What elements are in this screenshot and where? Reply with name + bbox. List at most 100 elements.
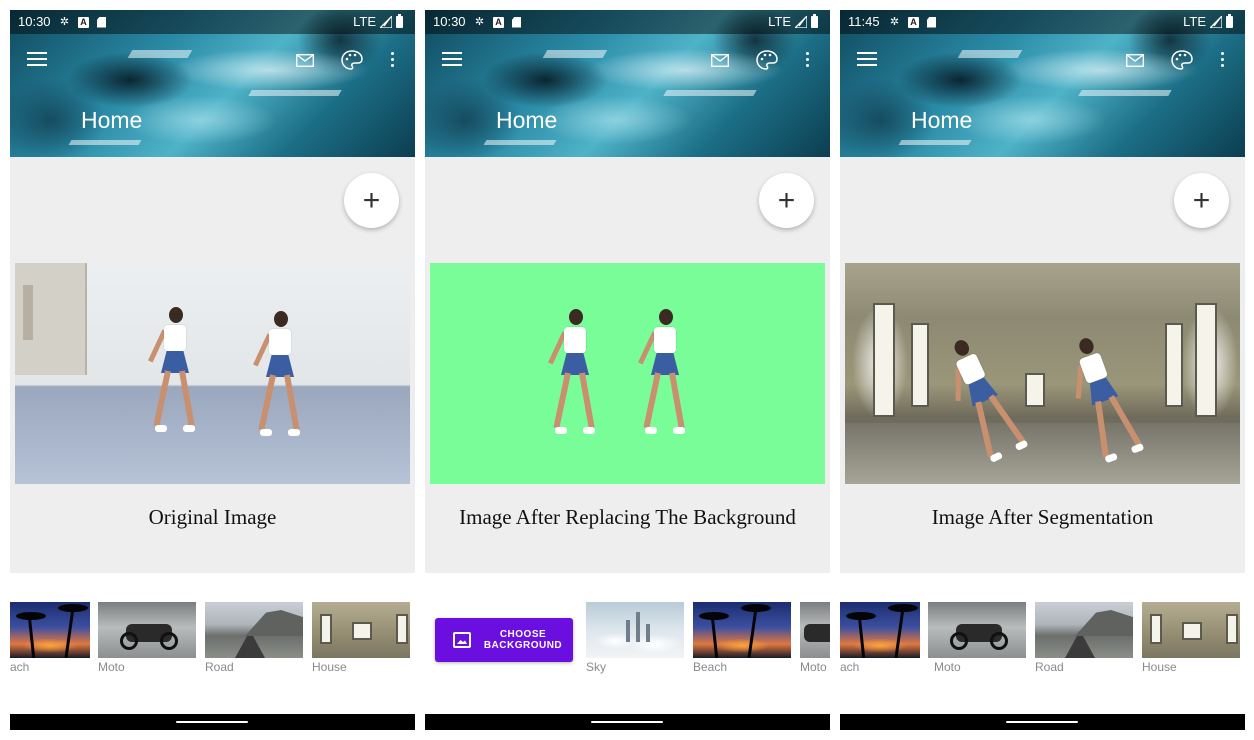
choose-background-label: CHOOSE BACKGROUND <box>483 629 563 651</box>
image-caption: Image After Replacing The Background <box>459 505 796 529</box>
add-button[interactable]: + <box>344 173 399 228</box>
thumbnail-moto[interactable] <box>800 602 830 658</box>
sd-card-icon <box>97 16 106 28</box>
background-thumbnail-strip[interactable]: ach Moto Road House <box>840 602 1245 682</box>
dancer-figure <box>548 309 595 439</box>
header-banner: 10:30 ✲ A LTE Home <box>425 10 830 157</box>
mail-icon[interactable] <box>710 53 730 68</box>
battery-icon <box>1226 14 1233 28</box>
thumbnail-house[interactable] <box>312 602 410 658</box>
original-image <box>15 263 410 484</box>
thumbnail-label: ach <box>10 660 30 674</box>
background-thumbnail-strip[interactable]: CHOOSE BACKGROUND Sky Beach Moto <box>425 602 830 682</box>
thumbnail-house[interactable] <box>1142 602 1240 658</box>
thumbnail-road[interactable] <box>205 602 303 658</box>
palette-icon[interactable] <box>756 50 778 70</box>
palette-icon[interactable] <box>341 50 363 70</box>
status-time: 10:30 <box>18 14 51 29</box>
plus-icon: + <box>1192 183 1211 217</box>
home-gesture-handle[interactable] <box>176 721 248 723</box>
sd-card-icon <box>927 16 936 28</box>
choose-label-line2: BACKGROUND <box>483 640 563 651</box>
a-badge-icon: A <box>493 16 504 28</box>
thumbnail-label: House <box>1142 660 1177 674</box>
thumbnail-label: Moto <box>934 660 961 674</box>
segmented-image <box>845 263 1240 484</box>
phone-screen-2: 10:30 ✲ A LTE Home + Image After Replaci… <box>425 10 830 730</box>
dancer-figure <box>638 309 685 439</box>
hamburger-menu-icon[interactable] <box>442 52 462 66</box>
door-graphic <box>15 263 87 375</box>
content-area: + Original Image <box>10 157 415 573</box>
more-vert-icon[interactable] <box>806 52 810 70</box>
replaced-background-image <box>430 263 825 484</box>
thumbnail-label: Road <box>205 660 234 674</box>
thumbnail-label: Road <box>1035 660 1064 674</box>
thumbnail-road[interactable] <box>1035 602 1133 658</box>
thumbnail-label: Beach <box>693 660 728 674</box>
thumbnail-moto[interactable] <box>98 602 196 658</box>
more-vert-icon[interactable] <box>391 52 395 70</box>
thumbnail-label: House <box>312 660 347 674</box>
network-label: LTE <box>768 14 791 29</box>
status-time: 10:30 <box>433 14 466 29</box>
signal-icon <box>380 16 392 28</box>
a-badge-icon: A <box>78 16 89 28</box>
image-icon <box>453 632 471 648</box>
thumbnail-label: Moto <box>98 660 125 674</box>
sd-card-icon <box>512 16 521 28</box>
home-gesture-handle[interactable] <box>1006 721 1078 723</box>
navigation-bar <box>10 714 415 730</box>
home-gesture-handle[interactable] <box>591 721 663 723</box>
choose-background-button[interactable]: CHOOSE BACKGROUND <box>435 618 573 662</box>
navigation-bar <box>840 714 1245 730</box>
background-thumbnail-strip[interactable]: ach Moto Road House <box>10 602 415 682</box>
page-title: Home <box>496 107 558 133</box>
phone-screen-1: 10:30 ✲ A LTE Home + Original Image ach … <box>10 10 415 730</box>
thumbnail-label: Sky <box>586 660 607 674</box>
dancer-figure <box>148 307 195 437</box>
thumbnail-beach[interactable] <box>693 602 791 658</box>
add-button[interactable]: + <box>1174 173 1229 228</box>
gear-icon: ✲ <box>59 15 70 28</box>
status-bar: 10:30 ✲ A LTE <box>425 10 830 34</box>
content-area: + Image After Replacing The Background <box>425 157 830 573</box>
page-title: Home <box>911 107 973 133</box>
thumbnail-label: Moto <box>800 660 827 674</box>
plus-icon: + <box>777 183 796 217</box>
mail-icon[interactable] <box>1125 53 1145 68</box>
phone-screen-3: 11:45 ✲ A LTE Home + Image After Segment… <box>840 10 1245 730</box>
status-time: 11:45 <box>848 14 880 29</box>
hamburger-menu-icon[interactable] <box>857 52 877 66</box>
more-vert-icon[interactable] <box>1221 52 1225 70</box>
thumbnail-sky[interactable] <box>586 602 684 658</box>
signal-icon <box>795 16 807 28</box>
gear-icon: ✲ <box>474 15 485 28</box>
plus-icon: + <box>362 183 381 217</box>
battery-icon <box>811 14 818 28</box>
hamburger-menu-icon[interactable] <box>27 52 47 66</box>
add-button[interactable]: + <box>759 173 814 228</box>
thumbnail-beach[interactable] <box>10 602 90 658</box>
network-label: LTE <box>353 14 376 29</box>
palette-icon[interactable] <box>1171 50 1193 70</box>
image-caption: Image After Segmentation <box>931 505 1154 529</box>
dancer-figure <box>253 311 300 441</box>
status-bar: 11:45 ✲ A LTE <box>840 10 1245 34</box>
thumbnail-label: ach <box>840 660 860 674</box>
choose-label-line1: CHOOSE <box>499 629 547 640</box>
network-label: LTE <box>1183 14 1206 29</box>
page-title: Home <box>81 107 143 133</box>
battery-icon <box>396 14 403 28</box>
gear-icon: ✲ <box>889 15 900 28</box>
header-banner: 10:30 ✲ A LTE Home <box>10 10 415 157</box>
content-area: + Image After Segmentation <box>840 157 1245 573</box>
thumbnail-moto[interactable] <box>928 602 1026 658</box>
thumbnail-beach[interactable] <box>840 602 920 658</box>
header-banner: 11:45 ✲ A LTE Home <box>840 10 1245 157</box>
navigation-bar <box>425 714 830 730</box>
signal-icon <box>1210 16 1222 28</box>
status-bar: 10:30 ✲ A LTE <box>10 10 415 34</box>
mail-icon[interactable] <box>295 53 315 68</box>
a-badge-icon: A <box>908 16 919 28</box>
